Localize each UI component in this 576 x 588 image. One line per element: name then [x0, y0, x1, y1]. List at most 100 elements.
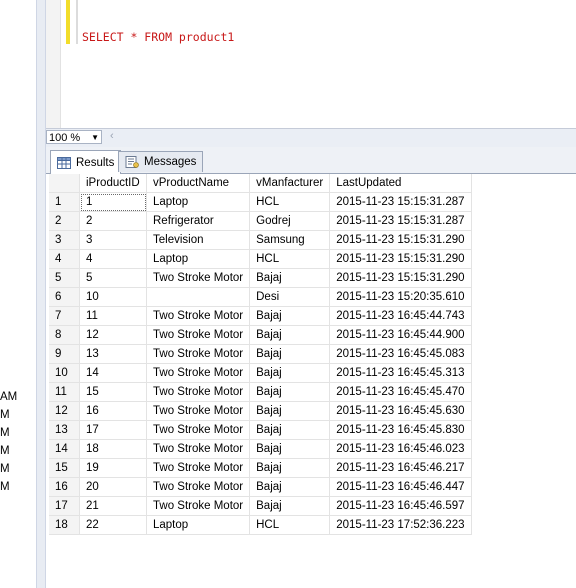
table-cell[interactable]: Two Stroke Motor [146, 420, 251, 440]
row-number-cell[interactable]: 6 [49, 287, 80, 307]
table-row[interactable]: 8 12 Two Stroke Motor Bajaj 2015-11-23 16:45… [49, 325, 472, 345]
table-cell[interactable]: 20 [79, 477, 147, 497]
table-cell[interactable]: Samsung [249, 230, 331, 250]
table-row[interactable]: 18 22 Laptop HCL 2015-11-23 17:52:36.223 [49, 515, 472, 535]
tab-messages[interactable]: Messages [118, 151, 204, 172]
scroll-left-icon[interactable]: ‹ [110, 130, 114, 142]
table-cell[interactable]: 2015-11-23 15:15:31.290 [329, 268, 472, 288]
table-row[interactable]: 2 2 Refrigerator Godrej 2015-11-23 15:15:31.… [49, 211, 472, 231]
table-cell[interactable]: 2015-11-23 16:45:46.597 [329, 496, 472, 516]
table-cell[interactable]: 2015-11-23 15:15:31.290 [329, 230, 472, 250]
row-number-cell[interactable]: 14 [49, 439, 80, 459]
table-cell[interactable]: Laptop [146, 192, 251, 212]
table-cell[interactable]: Bajaj [249, 363, 331, 383]
row-number-cell[interactable]: 7 [49, 306, 80, 326]
row-number-cell[interactable]: 3 [49, 230, 80, 250]
table-row[interactable]: 6 10 Desi 2015-11-23 15:20:35.610 [49, 287, 472, 307]
table-cell[interactable]: 2015-11-23 16:45:46.217 [329, 458, 472, 478]
table-cell[interactable]: Desi [249, 287, 331, 307]
table-cell[interactable]: Television [146, 230, 251, 250]
table-cell[interactable]: Bajaj [249, 268, 331, 288]
table-row[interactable]: 3 3 Television Samsung 2015-11-23 15:15:31.2… [49, 230, 472, 250]
table-cell[interactable]: 10 [79, 287, 147, 307]
table-row[interactable]: 14 18 Two Stroke Motor Bajaj 2015-11-23 16:4… [49, 439, 472, 459]
table-cell[interactable]: Refrigerator [146, 211, 251, 231]
table-cell[interactable]: 21 [79, 496, 147, 516]
column-header[interactable]: vProductName [146, 174, 251, 193]
table-cell[interactable]: Two Stroke Motor [146, 306, 251, 326]
table-cell[interactable]: Bajaj [249, 477, 331, 497]
column-header[interactable]: vManfacturer [249, 174, 331, 193]
table-cell[interactable]: 2015-11-23 16:45:45.830 [329, 420, 472, 440]
table-cell[interactable]: HCL [249, 192, 331, 212]
table-cell[interactable]: 1 [79, 192, 147, 212]
row-number-cell[interactable]: 1 [49, 192, 80, 212]
table-cell[interactable]: 11 [79, 306, 147, 326]
table-cell[interactable]: 14 [79, 363, 147, 383]
table-cell[interactable]: Bajaj [249, 458, 331, 478]
table-cell[interactable]: 2015-11-23 15:20:35.610 [329, 287, 472, 307]
row-number-cell[interactable]: 5 [49, 268, 80, 288]
table-cell[interactable]: 2015-11-23 15:15:31.287 [329, 211, 472, 231]
table-row[interactable]: 9 13 Two Stroke Motor Bajaj 2015-11-23 16:45… [49, 344, 472, 364]
table-cell[interactable]: Bajaj [249, 439, 331, 459]
table-cell[interactable]: 19 [79, 458, 147, 478]
table-cell[interactable]: 18 [79, 439, 147, 459]
table-cell[interactable]: Bajaj [249, 496, 331, 516]
table-cell[interactable]: 2015-11-23 16:45:45.313 [329, 363, 472, 383]
table-cell[interactable]: 15 [79, 382, 147, 402]
table-row[interactable]: 12 16 Two Stroke Motor Bajaj 2015-11-23 16:4… [49, 401, 472, 421]
table-cell[interactable]: Bajaj [249, 325, 331, 345]
row-number-cell[interactable]: 8 [49, 325, 80, 345]
query-editor[interactable]: SELECT * FROM product1 [46, 0, 576, 128]
zoom-select[interactable]: 100 % ▼ [46, 130, 102, 144]
table-cell[interactable]: 13 [79, 344, 147, 364]
table-cell[interactable]: Two Stroke Motor [146, 496, 251, 516]
table-row[interactable]: 11 15 Two Stroke Motor Bajaj 2015-11-23 16:4… [49, 382, 472, 402]
scrollbar-thumb[interactable] [37, 0, 45, 588]
table-cell[interactable]: Two Stroke Motor [146, 439, 251, 459]
table-cell[interactable]: Laptop [146, 515, 251, 535]
row-number-cell[interactable]: 2 [49, 211, 80, 231]
table-cell[interactable]: 2015-11-23 16:45:45.083 [329, 344, 472, 364]
table-row[interactable]: 1 1 Laptop HCL 2015-11-23 15:15:31.287 [49, 192, 472, 212]
row-number-header[interactable] [49, 174, 80, 193]
table-cell[interactable]: 2015-11-23 15:15:31.290 [329, 249, 472, 269]
row-number-cell[interactable]: 18 [49, 515, 80, 535]
results-grid[interactable]: iProductID vProductName vManfacturer Las… [46, 174, 576, 588]
column-header[interactable]: LastUpdated [329, 174, 472, 193]
table-cell[interactable]: 2015-11-23 16:45:45.470 [329, 382, 472, 402]
table-cell[interactable]: Two Stroke Motor [146, 401, 251, 421]
table-cell[interactable]: HCL [249, 515, 331, 535]
table-cell[interactable]: Bajaj [249, 382, 331, 402]
table-cell[interactable]: 4 [79, 249, 147, 269]
table-row[interactable]: 15 19 Two Stroke Motor Bajaj 2015-11-23 16:4… [49, 458, 472, 478]
table-cell[interactable]: Two Stroke Motor [146, 458, 251, 478]
table-cell[interactable]: 2015-11-23 15:15:31.287 [329, 192, 472, 212]
table-cell[interactable]: Bajaj [249, 420, 331, 440]
table-cell[interactable]: Two Stroke Motor [146, 382, 251, 402]
left-scrollbar[interactable] [36, 0, 46, 588]
table-row[interactable]: 16 20 Two Stroke Motor Bajaj 2015-11-23 16:4… [49, 477, 472, 497]
table-cell[interactable]: 16 [79, 401, 147, 421]
table-cell[interactable]: Laptop [146, 249, 251, 269]
table-row[interactable]: 4 4 Laptop HCL 2015-11-23 15:15:31.290 [49, 249, 472, 269]
table-cell[interactable]: Godrej [249, 211, 331, 231]
table-cell[interactable]: 2 [79, 211, 147, 231]
row-number-cell[interactable]: 9 [49, 344, 80, 364]
table-cell[interactable]: Two Stroke Motor [146, 268, 251, 288]
table-row[interactable]: 7 11 Two Stroke Motor Bajaj 2015-11-23 16:45… [49, 306, 472, 326]
table-cell[interactable]: Bajaj [249, 306, 331, 326]
table-cell[interactable]: 17 [79, 420, 147, 440]
table-cell[interactable]: 12 [79, 325, 147, 345]
table-cell[interactable]: 2015-11-23 16:45:45.630 [329, 401, 472, 421]
row-number-cell[interactable]: 4 [49, 249, 80, 269]
table-cell[interactable]: Bajaj [249, 401, 331, 421]
table-cell[interactable]: 5 [79, 268, 147, 288]
table-cell[interactable]: 3 [79, 230, 147, 250]
table-cell[interactable]: Two Stroke Motor [146, 477, 251, 497]
table-cell[interactable]: 2015-11-23 16:45:46.447 [329, 477, 472, 497]
table-row[interactable]: 10 14 Two Stroke Motor Bajaj 2015-11-23 16:4… [49, 363, 472, 383]
row-number-cell[interactable]: 10 [49, 363, 80, 383]
table-cell[interactable]: 2015-11-23 16:45:44.900 [329, 325, 472, 345]
